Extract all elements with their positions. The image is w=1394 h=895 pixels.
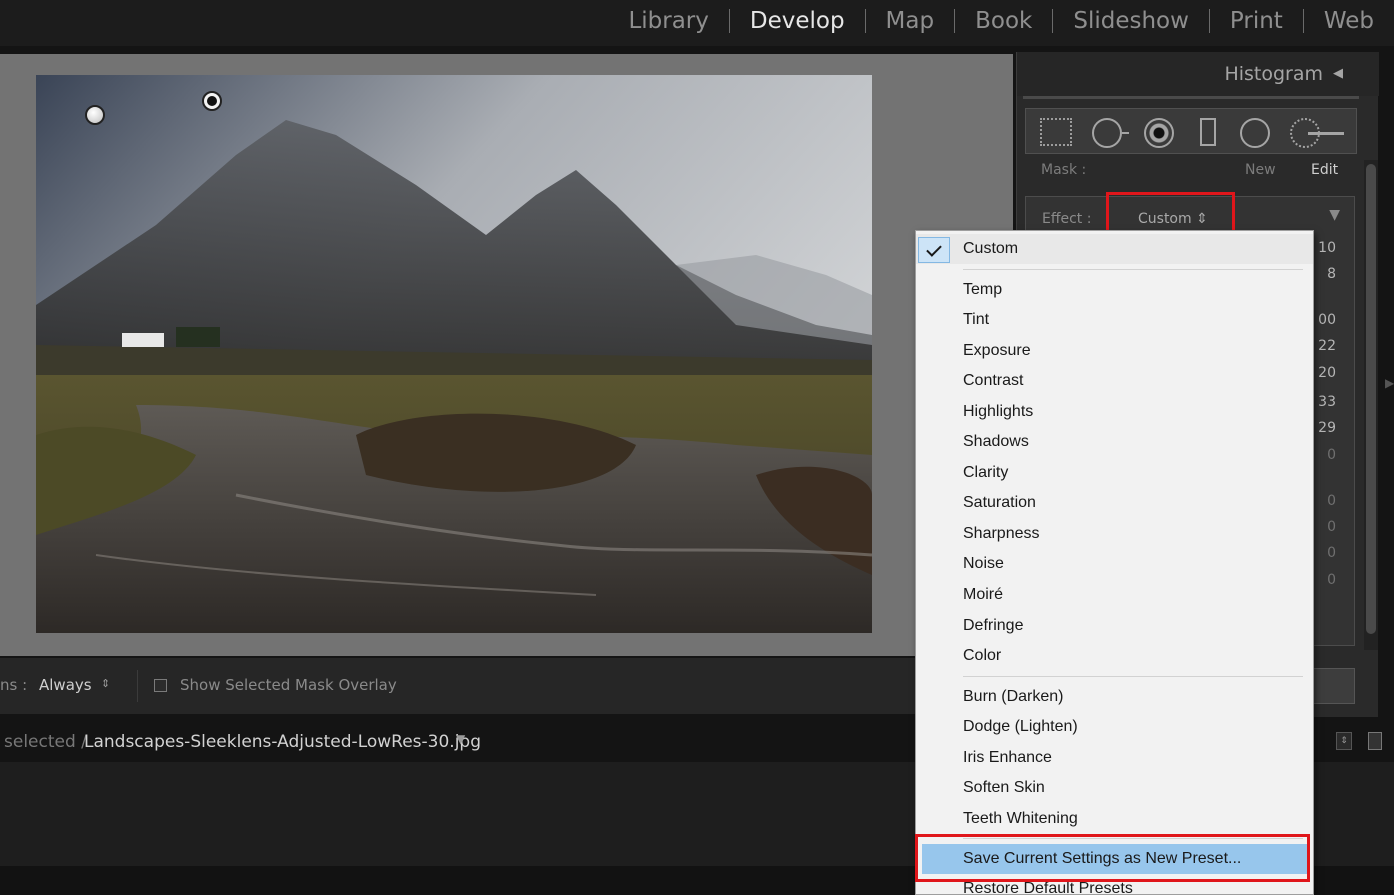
slider-value: 29	[1318, 420, 1336, 436]
menu-item-clarity[interactable]: Clarity	[916, 458, 1313, 488]
mask-overlay-label[interactable]: Show Selected Mask Overlay	[180, 676, 397, 694]
panel-scrollbar[interactable]	[1364, 160, 1378, 650]
module-book[interactable]: Book	[955, 8, 1052, 34]
radial-filter-tool-icon[interactable]	[1240, 118, 1270, 148]
slider-value: 0	[1327, 572, 1336, 588]
menu-item-saturation[interactable]: Saturation	[916, 488, 1313, 518]
menu-item-tint[interactable]: Tint	[916, 305, 1313, 335]
menu-item-burn[interactable]: Burn (Darken)	[916, 682, 1313, 712]
show-edit-pins-label: ns :	[0, 676, 28, 694]
menu-item-soften-skin[interactable]: Soften Skin	[916, 773, 1313, 803]
mask-edit-button[interactable]: Edit	[1311, 162, 1338, 178]
mask-label: Mask :	[1041, 162, 1087, 178]
histogram-header[interactable]: Histogram ◀	[1017, 52, 1379, 96]
spot-removal-tool-icon[interactable]	[1092, 118, 1129, 148]
landscape-photo[interactable]	[36, 75, 872, 633]
menu-item-color[interactable]: Color	[916, 641, 1313, 671]
histogram-title[interactable]: Histogram	[1224, 63, 1323, 85]
chevron-down-icon[interactable]: ▼	[456, 732, 465, 746]
slider-value: 20	[1318, 365, 1336, 381]
module-web[interactable]: Web	[1304, 8, 1394, 34]
adjustment-brush-tool-icon[interactable]	[1290, 118, 1344, 148]
collapse-triangle-icon[interactable]: ◀	[1333, 66, 1343, 81]
menu-item-dodge[interactable]: Dodge (Lighten)	[916, 712, 1313, 742]
panel-toggle-triangle-icon[interactable]: ▶	[1385, 376, 1394, 390]
menu-separator	[963, 676, 1303, 677]
panel-divider	[1023, 96, 1359, 99]
menu-item-custom[interactable]: Custom	[916, 234, 1313, 264]
menu-item-moire[interactable]: Moiré	[916, 580, 1313, 610]
graduated-filter-tool-icon[interactable]	[1200, 118, 1216, 146]
scrollbar-thumb[interactable]	[1366, 164, 1376, 634]
menu-item-noise[interactable]: Noise	[916, 549, 1313, 579]
slider-value: 22	[1318, 338, 1336, 354]
red-eye-tool-icon[interactable]	[1144, 118, 1174, 148]
menu-item-contrast[interactable]: Contrast	[916, 366, 1313, 396]
filename-path[interactable]: Landscapes-Sleeklens-Adjusted-LowRes-30.…	[84, 732, 481, 752]
show-edit-pins-select[interactable]: Always	[39, 676, 92, 694]
slider-value: 00	[1318, 312, 1336, 328]
menu-item-sharpness[interactable]: Sharpness	[916, 519, 1313, 549]
filter-switch[interactable]	[1368, 732, 1382, 750]
slider-value: 10	[1318, 240, 1336, 256]
filter-stepper[interactable]: ⇕	[1336, 732, 1352, 750]
image-canvas[interactable]	[0, 54, 1013, 656]
annotation-highlight-box	[915, 834, 1310, 882]
slider-value: 0	[1327, 447, 1336, 463]
effect-label: Effect :	[1042, 211, 1092, 227]
module-map[interactable]: Map	[866, 8, 955, 34]
menu-item-temp[interactable]: Temp	[916, 275, 1313, 305]
menu-item-defringe[interactable]: Defringe	[916, 611, 1313, 641]
select-arrows-icon[interactable]: ⇕	[101, 677, 110, 690]
module-picker: Library Develop Map Book Slideshow Print…	[608, 0, 1394, 42]
disclosure-triangle-icon[interactable]: ▼	[1329, 207, 1340, 223]
adjustment-pin[interactable]	[85, 105, 105, 125]
menu-separator	[963, 269, 1303, 270]
module-bar: Library Develop Map Book Slideshow Print…	[0, 0, 1394, 46]
landscape-photo-graphic	[36, 75, 872, 633]
menu-item-highlights[interactable]: Highlights	[916, 397, 1313, 427]
crop-tool-icon[interactable]	[1040, 118, 1072, 146]
slider-value: 8	[1327, 266, 1336, 282]
canvas-toolbar: ns : Always ⇕ Show Selected Mask Overlay	[0, 658, 1013, 714]
menu-item-iris-enhance[interactable]: Iris Enhance	[916, 743, 1313, 773]
menu-item-exposure[interactable]: Exposure	[916, 336, 1313, 366]
mask-overlay-checkbox[interactable]	[154, 679, 167, 692]
slider-value: 0	[1327, 545, 1336, 561]
slider-value: 0	[1327, 493, 1336, 509]
mask-new-button[interactable]: New	[1245, 162, 1276, 178]
selection-count: selected /	[4, 732, 87, 752]
module-library[interactable]: Library	[608, 8, 728, 34]
effect-preset-menu: Custom Temp Tint Exposure Contrast Highl…	[915, 230, 1314, 895]
module-print[interactable]: Print	[1210, 8, 1303, 34]
menu-item-label: Custom	[963, 240, 1019, 257]
checkmark-icon	[918, 237, 950, 263]
slider-value: 0	[1327, 519, 1336, 535]
menu-item-shadows[interactable]: Shadows	[916, 427, 1313, 457]
toolbar-divider	[137, 670, 138, 702]
module-slideshow[interactable]: Slideshow	[1053, 8, 1209, 34]
menu-item-teeth-whitening[interactable]: Teeth Whitening	[916, 804, 1313, 834]
slider-value: 33	[1318, 394, 1336, 410]
module-develop[interactable]: Develop	[730, 8, 865, 34]
adjustment-pin-selected[interactable]	[202, 91, 222, 111]
mask-row: Mask : New Edit	[1025, 160, 1357, 182]
tool-strip	[1025, 108, 1357, 154]
